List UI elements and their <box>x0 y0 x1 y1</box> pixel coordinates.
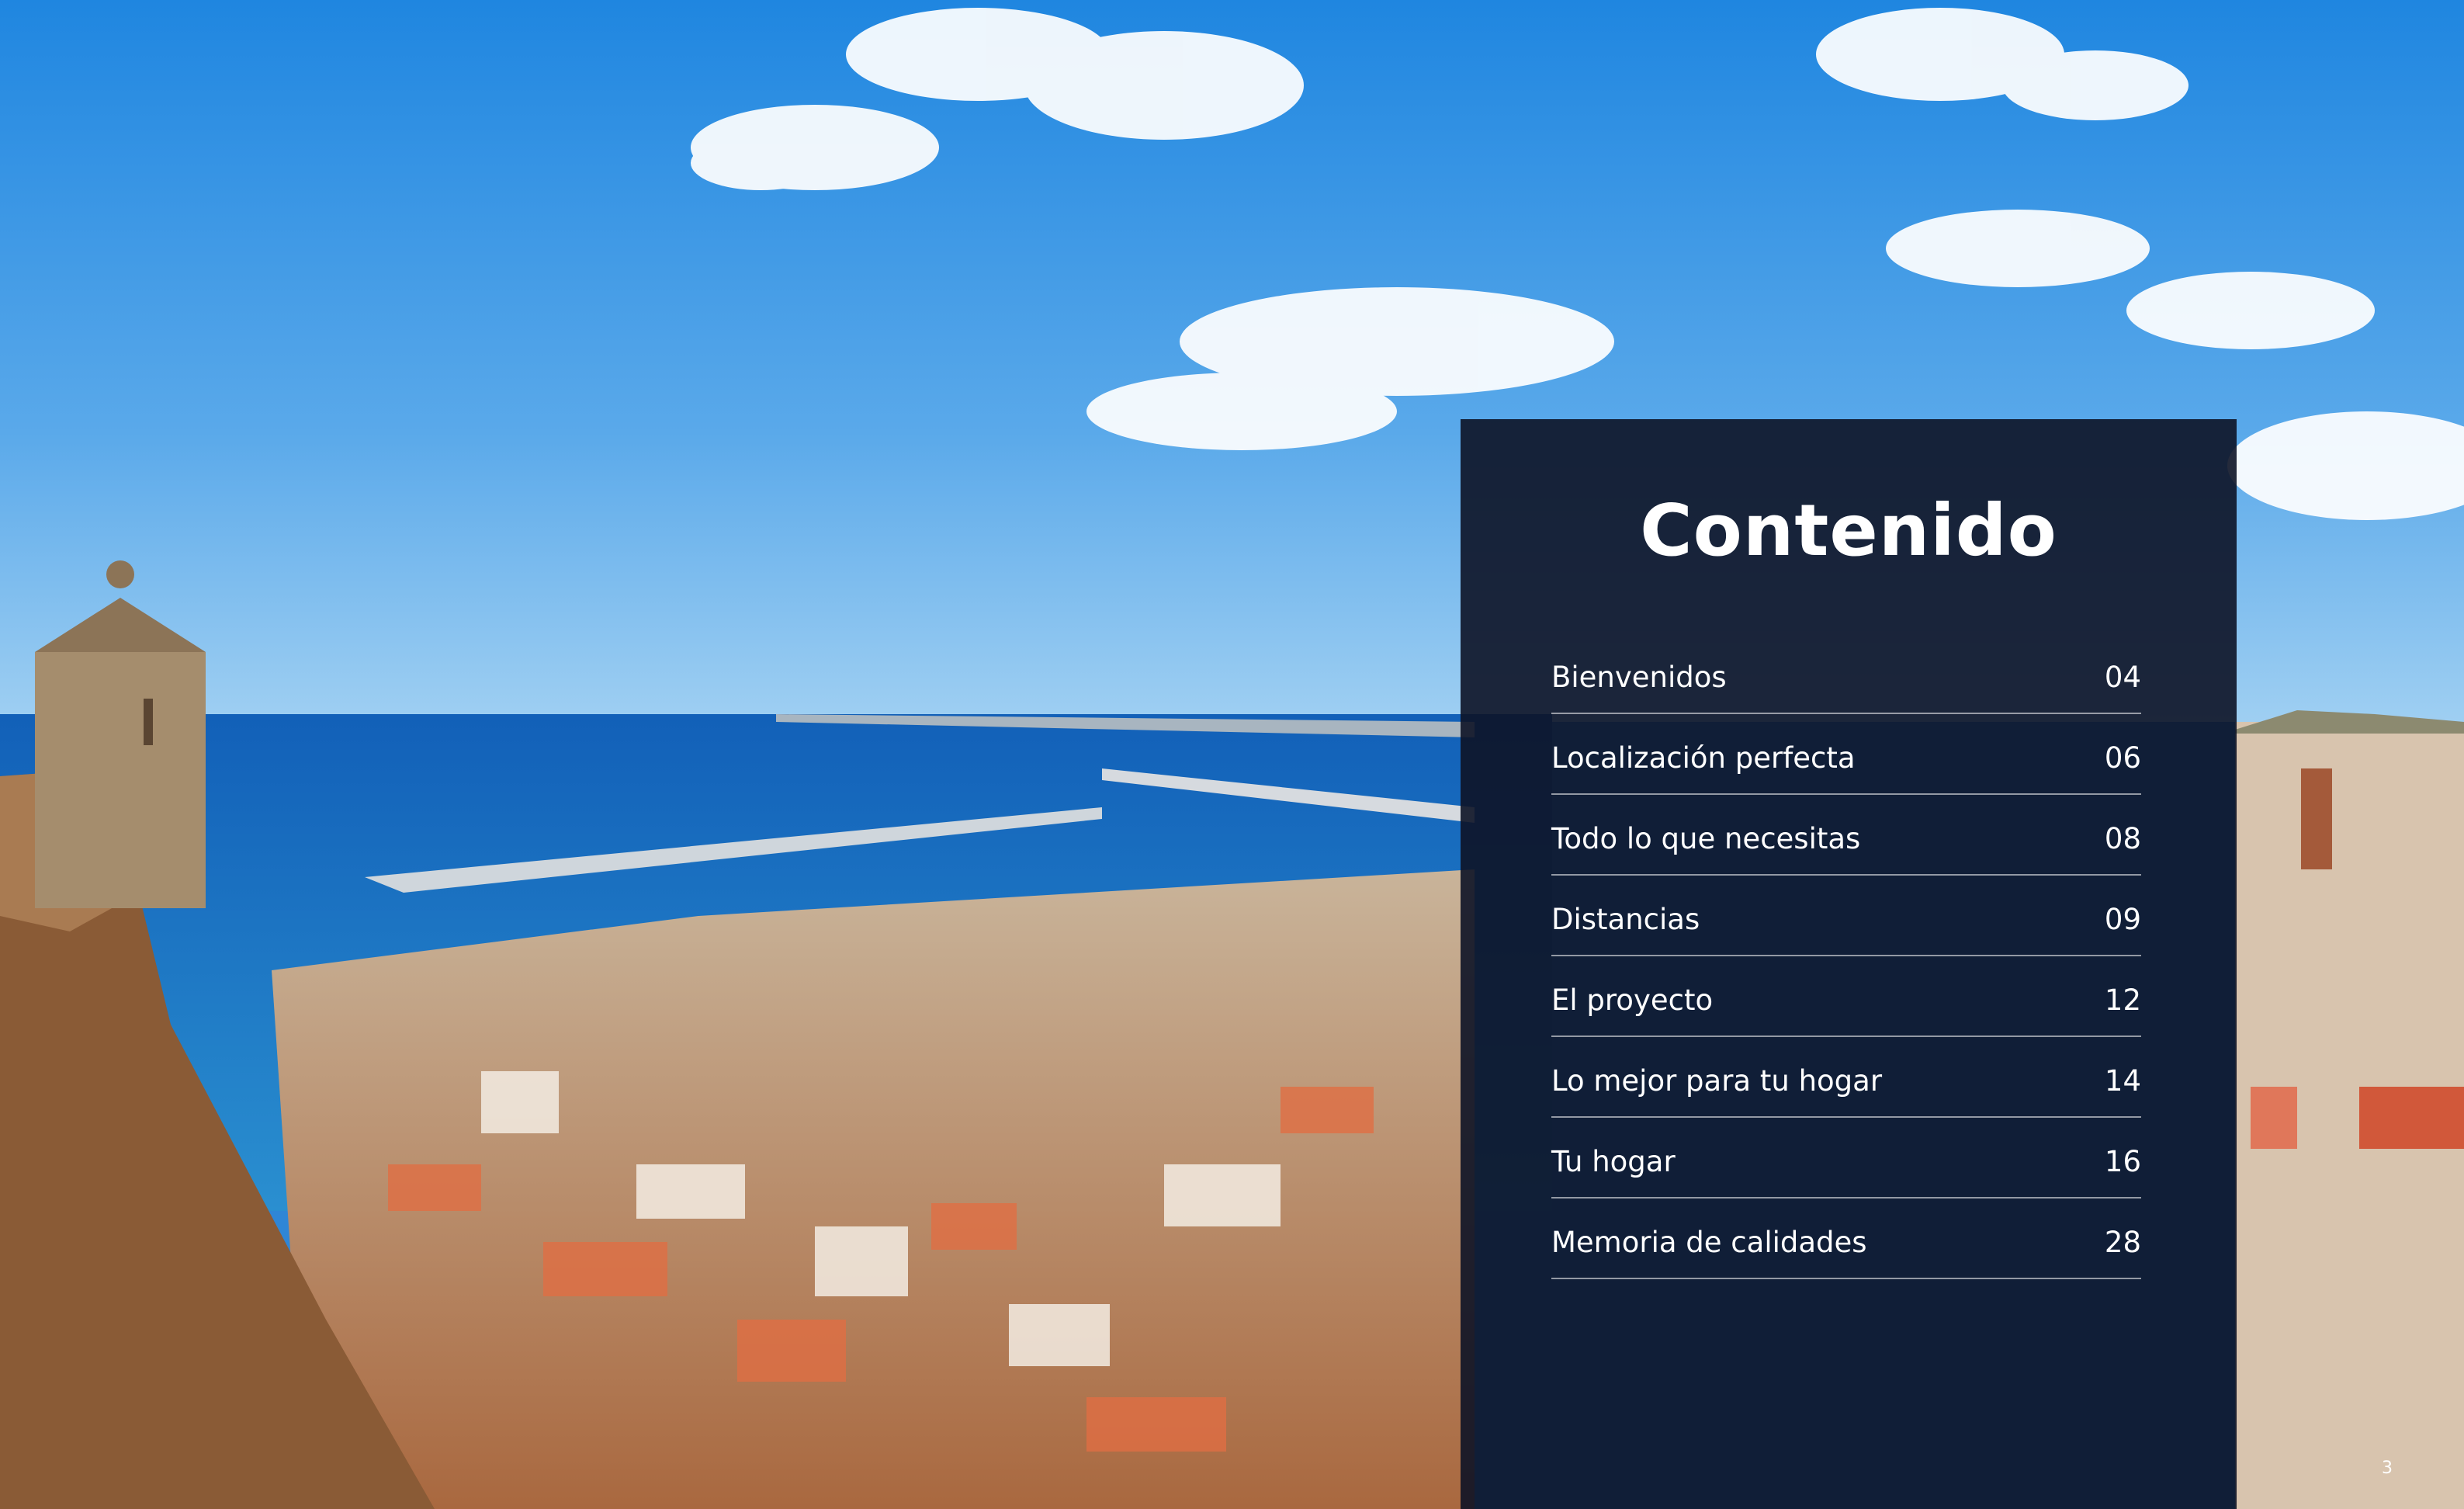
page-number: 3 <box>2382 1459 2393 1478</box>
toc-item-lo-mejor[interactable]: Lo mejor para tu hogar 14 <box>1551 1037 2141 1118</box>
toc-item-page: 06 <box>2104 741 2141 775</box>
toc-item-distancias[interactable]: Distancias 09 <box>1551 876 2141 956</box>
toc-item-label: El proyecto <box>1551 983 1714 1017</box>
toc-item-memoria[interactable]: Memoria de calidades 28 <box>1551 1199 2141 1279</box>
toc-item-tu-hogar[interactable]: Tu hogar 16 <box>1551 1118 2141 1199</box>
toc-item-page: 09 <box>2104 902 2141 936</box>
toc-item-label: Todo lo que necesitas <box>1551 821 1861 855</box>
toc-item-page: 14 <box>2104 1063 2141 1098</box>
table-of-contents: Bienvenidos 04 Localización perfecta 06 … <box>1551 633 2141 1279</box>
toc-item-page: 12 <box>2104 983 2141 1017</box>
toc-item-label: Localización perfecta <box>1551 741 1856 775</box>
page-title: Contenido <box>1640 489 2057 572</box>
toc-item-label: Lo mejor para tu hogar <box>1551 1063 1883 1098</box>
toc-item-label: Distancias <box>1551 902 1700 936</box>
toc-item-bienvenidos[interactable]: Bienvenidos 04 <box>1551 633 2141 714</box>
toc-item-page: 04 <box>2104 660 2141 694</box>
toc-item-label: Tu hogar <box>1551 1144 1676 1178</box>
toc-item-localizacion[interactable]: Localización perfecta 06 <box>1551 714 2141 795</box>
toc-item-page: 28 <box>2104 1225 2141 1259</box>
toc-item-label: Bienvenidos <box>1551 660 1727 694</box>
toc-item-page: 16 <box>2104 1144 2141 1178</box>
toc-item-proyecto[interactable]: El proyecto 12 <box>1551 956 2141 1037</box>
toc-item-todo[interactable]: Todo lo que necesitas 08 <box>1551 795 2141 876</box>
toc-item-label: Memoria de calidades <box>1551 1225 1867 1259</box>
toc-item-page: 08 <box>2104 821 2141 855</box>
